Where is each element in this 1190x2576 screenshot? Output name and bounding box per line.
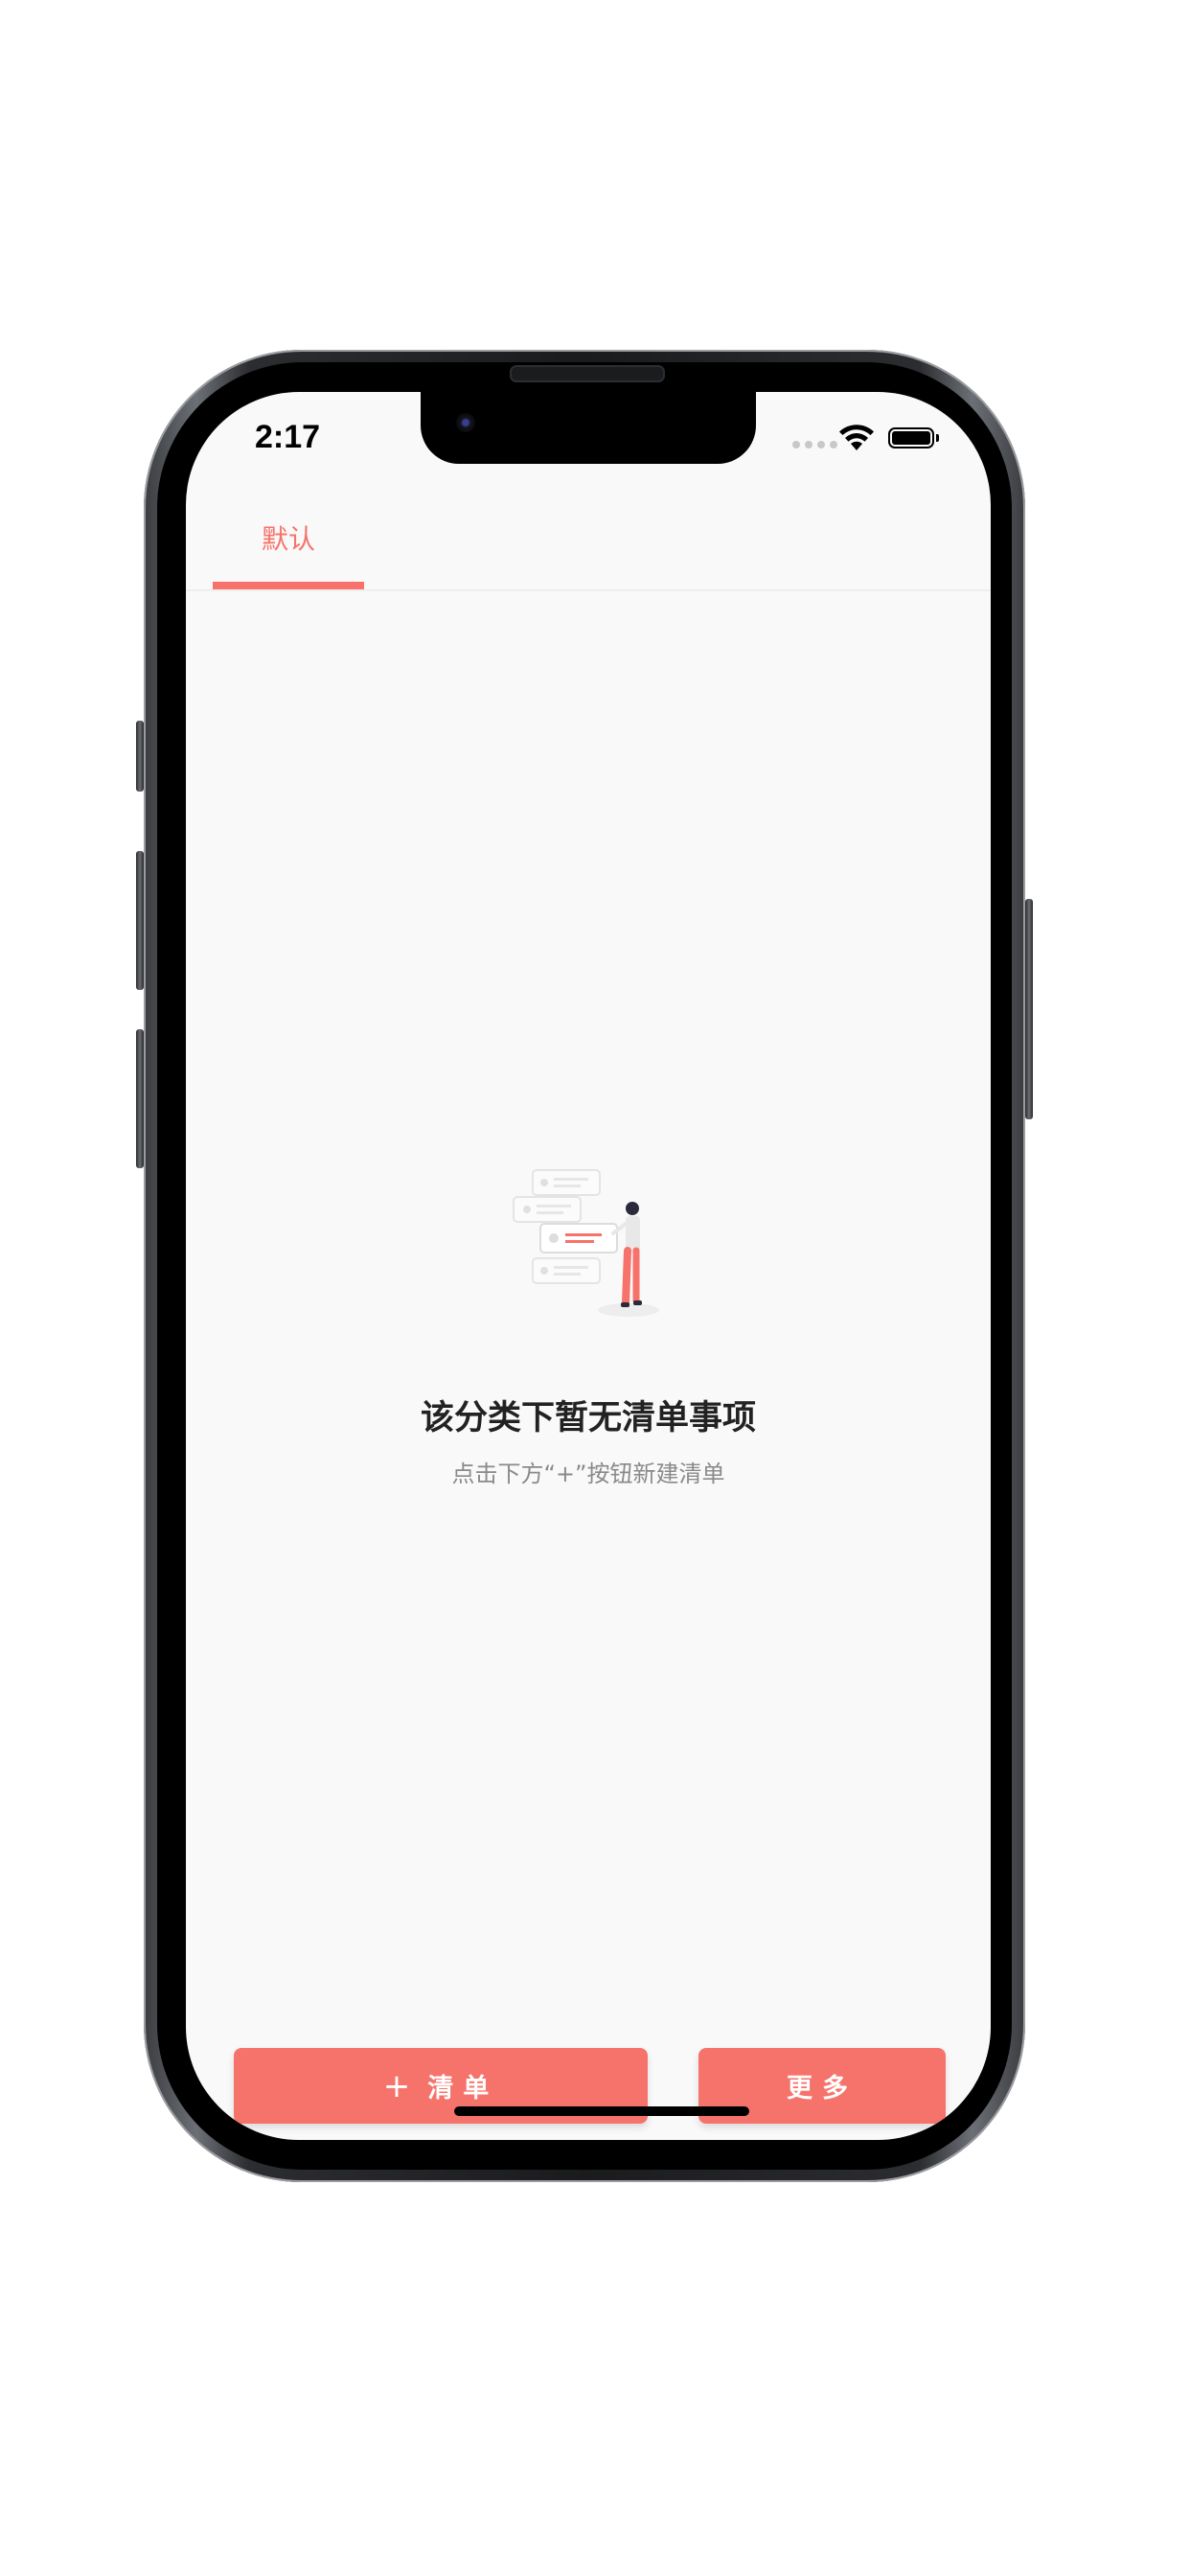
status-time: 2:17 xyxy=(255,419,321,455)
empty-list-illustration xyxy=(513,1169,659,1317)
app-screen: 2:17 默认 该分类下暂无清单事项 点击下方“+”按钮新建清单 + 清单 更多 xyxy=(186,392,991,2140)
battery-tip xyxy=(936,434,939,442)
notch xyxy=(421,392,756,464)
tab-default[interactable]: 默认 xyxy=(213,517,364,589)
wifi-icon xyxy=(839,425,874,450)
mute-switch xyxy=(136,721,144,792)
tab-label: 默认 xyxy=(261,523,315,555)
volume-up-button xyxy=(136,851,144,990)
add-list-label: 清单 xyxy=(427,2074,499,2104)
home-indicator[interactable] xyxy=(454,2106,749,2116)
tab-active-indicator xyxy=(213,582,364,589)
volume-down-button xyxy=(136,1029,144,1168)
power-button xyxy=(1025,899,1033,1119)
front-camera xyxy=(456,413,475,432)
device-frame: 2:17 默认 该分类下暂无清单事项 点击下方“+”按钮新建清单 + 清单 更多 xyxy=(0,0,1190,2576)
battery-icon xyxy=(888,427,934,448)
earpiece-speaker xyxy=(510,365,665,382)
signal-dots-icon xyxy=(792,441,837,448)
empty-state-subtitle: 点击下方“+”按钮新建清单 xyxy=(451,1460,725,1487)
plus-icon: + xyxy=(382,2066,411,2105)
empty-state-title: 该分类下暂无清单事项 xyxy=(420,1399,756,1438)
tab-divider xyxy=(186,589,991,591)
more-label: 更多 xyxy=(787,2074,858,2104)
